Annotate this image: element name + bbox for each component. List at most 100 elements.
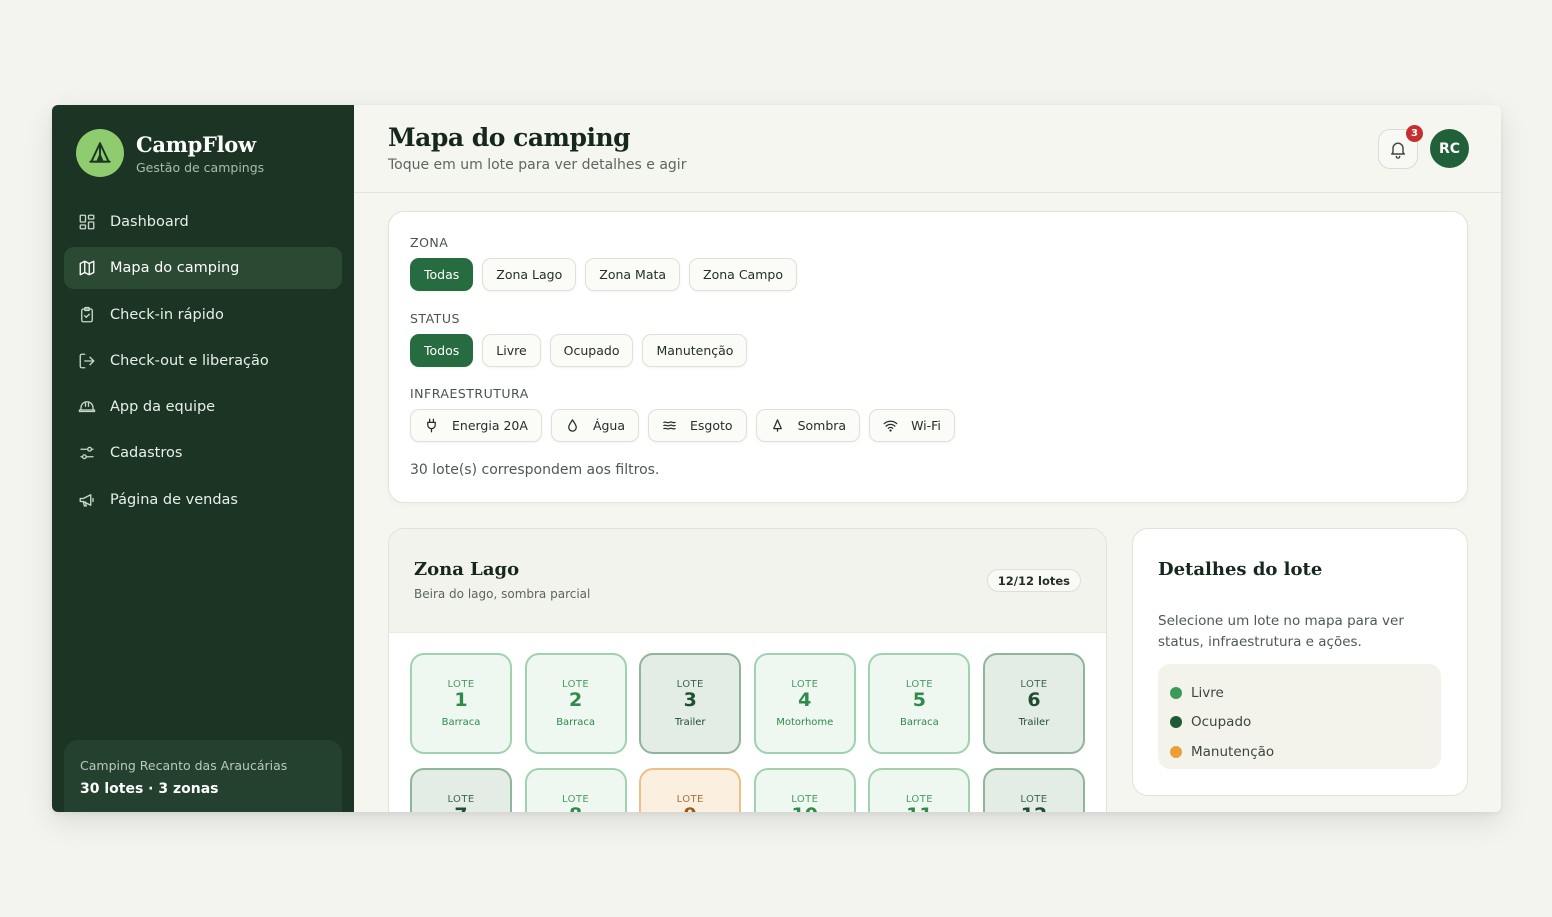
logout-icon xyxy=(79,353,95,369)
sidebar-item-mapa[interactable]: Mapa do camping xyxy=(64,247,342,290)
notifications-button[interactable]: 3 xyxy=(1378,125,1423,169)
lot-card[interactable]: LOTE 6 Trailer xyxy=(982,653,1085,754)
infra-chip-agua[interactable]: Água xyxy=(550,409,640,442)
lot-number: 6 xyxy=(1027,689,1041,711)
lot-card[interactable]: LOTE 4 Motorhome xyxy=(753,653,856,754)
lot-number: 2 xyxy=(568,689,583,711)
lot-card[interactable]: LOTE7 xyxy=(410,768,512,812)
page-subtitle: Toque em um lote para ver detalhes e agi… xyxy=(388,157,687,173)
notification-badge: 3 xyxy=(1406,125,1423,142)
brand-name: CampFlow xyxy=(136,131,256,157)
lot-number: 12 xyxy=(1021,806,1047,813)
camping-stats: 30 lotes · 3 zonas xyxy=(80,781,219,797)
infra-chip-label: Energia 20A xyxy=(452,418,528,433)
lot-card[interactable]: LOTE12 xyxy=(982,768,1085,813)
sidebar-item-label: Check-in rápido xyxy=(110,306,224,323)
zona-chip-mata[interactable]: Zona Mata xyxy=(585,258,681,291)
lot-label: LOTE xyxy=(562,794,590,805)
zone-card-lago: Zona Lago Beira do lago, sombra parcial … xyxy=(388,528,1107,812)
infra-chip-sombra[interactable]: Sombra xyxy=(755,409,861,442)
zone-header: Zona Lago Beira do lago, sombra parcial … xyxy=(389,529,1106,633)
infra-chip-label: Sombra xyxy=(797,418,847,433)
hard-hat-icon xyxy=(78,401,96,413)
sidebar-item-equipe[interactable]: App da equipe xyxy=(64,386,342,428)
lot-number: 3 xyxy=(683,689,697,711)
zona-chip-todas[interactable]: Todas xyxy=(410,258,474,291)
infra-chip-wifi[interactable]: Wi-Fi xyxy=(869,409,955,442)
lot-type: Trailer xyxy=(674,717,706,728)
sliders-icon xyxy=(80,447,94,460)
plug-icon xyxy=(427,418,436,433)
sidebar-item-dashboard[interactable]: Dashboard xyxy=(64,201,342,243)
status-chip-ocupado[interactable]: Ocupado xyxy=(549,334,634,367)
infra-filter-label: INFRAESTRUTURA xyxy=(410,386,529,401)
lot-number: 9 xyxy=(684,806,697,813)
sidebar-item-label: Dashboard xyxy=(110,214,189,230)
infra-chip-label: Wi-Fi xyxy=(911,418,941,433)
camping-name: Camping Recanto das Araucárias xyxy=(80,758,288,773)
status-legend: Livre Ocupado Manutenção xyxy=(1158,664,1441,769)
sidebar-item-label: Mapa do camping xyxy=(110,260,240,277)
sidebar-item-cadastros[interactable]: Cadastros xyxy=(64,432,342,474)
lot-card[interactable]: LOTE 5 Barraca xyxy=(868,653,971,754)
details-title: Detalhes do lote xyxy=(1158,559,1323,580)
status-filter-chips: Todos Livre Ocupado Manutenção xyxy=(410,334,756,367)
lot-number: 1 xyxy=(454,689,468,711)
avatar[interactable]: RC xyxy=(1430,129,1469,168)
lot-card[interactable]: LOTE10 xyxy=(753,768,856,813)
lot-number: 5 xyxy=(912,689,926,711)
lot-card[interactable]: LOTE 1 Barraca xyxy=(410,653,512,754)
zona-chip-campo[interactable]: Zona Campo xyxy=(689,258,797,291)
lot-card[interactable]: LOTE 3 Trailer xyxy=(639,653,742,754)
sidebar-item-vendas[interactable]: Página de vendas xyxy=(64,479,342,521)
lot-card[interactable]: LOTE9 xyxy=(639,768,742,813)
legend-label: Ocupado xyxy=(1191,714,1252,731)
water-drop-icon xyxy=(568,419,577,432)
sidebar-nav: Dashboard Mapa do camping Check-in rápid… xyxy=(64,201,342,525)
legend-label: Manutenção xyxy=(1191,743,1275,760)
status-chip-livre[interactable]: Livre xyxy=(482,334,541,367)
infra-filter-chips: Energia 20A Água Esgoto Sombra Wi-Fi xyxy=(410,409,964,442)
zone-description: Beira do lago, sombra parcial xyxy=(414,587,591,601)
sidebar-item-checkout[interactable]: Check-out e liberação xyxy=(64,340,342,382)
legend-label: Livre xyxy=(1191,684,1224,701)
waves-icon xyxy=(663,421,676,430)
infra-chip-energia[interactable]: Energia 20A xyxy=(410,409,542,442)
lot-card[interactable]: LOTE 2 Barraca xyxy=(524,653,627,754)
lot-number: 8 xyxy=(569,806,582,813)
details-hint: Selecione um lote no mapa para ver statu… xyxy=(1158,613,1404,650)
status-chip-manutencao[interactable]: Manutenção xyxy=(642,334,748,367)
lot-number: 10 xyxy=(792,806,818,813)
status-chip-todos[interactable]: Todos xyxy=(410,334,474,367)
lot-label: LOTE xyxy=(676,794,704,805)
zona-filter-chips: Todas Zona Lago Zona Mata Zona Campo xyxy=(410,258,806,291)
lot-type: Barraca xyxy=(899,717,939,728)
lot-label: LOTE xyxy=(1020,679,1048,690)
app-window: CampFlow Gestão de campings Dashboard Ma… xyxy=(52,105,1501,812)
zona-chip-lago[interactable]: Zona Lago xyxy=(482,258,577,291)
tent-icon xyxy=(76,129,124,177)
lot-label: LOTE xyxy=(562,679,590,690)
lot-label: LOTE xyxy=(1020,794,1048,805)
zone-title: Zona Lago xyxy=(414,559,520,580)
lot-number: 4 xyxy=(798,689,812,711)
lot-card[interactable]: LOTE8 xyxy=(524,768,627,813)
sidebar: CampFlow Gestão de campings Dashboard Ma… xyxy=(52,105,354,812)
clipboard-check-icon xyxy=(81,306,93,323)
sidebar-item-checkin[interactable]: Check-in rápido xyxy=(64,294,342,336)
brand[interactable]: CampFlow Gestão de campings xyxy=(76,129,264,177)
lot-label: LOTE xyxy=(791,794,819,805)
lot-label: LOTE xyxy=(905,794,933,805)
page-title: Mapa do camping xyxy=(388,123,631,152)
infra-chip-esgoto[interactable]: Esgoto xyxy=(648,409,747,442)
brand-subtitle: Gestão de campings xyxy=(136,159,265,175)
status-filter-label: STATUS xyxy=(410,311,460,326)
lot-grid: LOTE 1 Barraca LOTE 2 Barraca LOTE 3 Trailer LOTE… xyxy=(410,653,1085,812)
camping-info-card: Camping Recanto das Araucárias 30 lotes … xyxy=(64,740,342,812)
sidebar-item-label: Cadastros xyxy=(110,445,183,462)
zona-filter-label: ZONA xyxy=(410,235,449,250)
legend-dot xyxy=(1170,745,1182,758)
lot-type: Trailer xyxy=(1018,717,1050,728)
main-content: Mapa do camping Toque em um lote para ve… xyxy=(354,105,1501,812)
lot-card[interactable]: LOTE11 xyxy=(868,768,971,812)
